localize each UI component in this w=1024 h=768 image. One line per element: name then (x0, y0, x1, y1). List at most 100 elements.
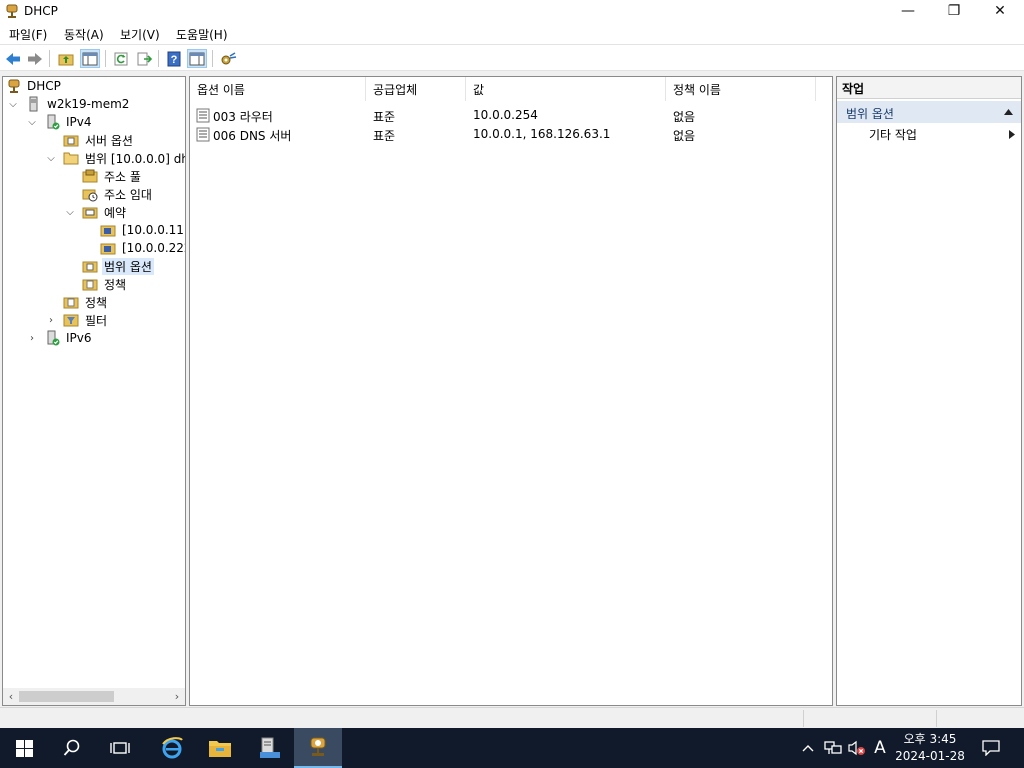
volume-muted-icon (848, 740, 865, 756)
actions-section-label: 범위 옵션 (846, 107, 894, 121)
file-explorer-icon (209, 741, 231, 757)
column-header-vendor[interactable]: 공급업체 (366, 77, 466, 101)
start-button[interactable] (0, 728, 48, 768)
tree-label: 주소 풀 (104, 169, 141, 184)
tree-item-policies[interactable]: 정책 (3, 293, 185, 311)
scroll-right-icon[interactable]: › (171, 690, 183, 703)
clock-time: 오후 3:45 (903, 732, 957, 746)
network-tray-button[interactable] (823, 738, 843, 758)
tree-label: IPv4 (66, 115, 92, 129)
tree-item-dhcp[interactable]: DHCP (3, 77, 185, 95)
tree-label: 범위 옵션 (102, 257, 154, 275)
tree-label: 예약 (104, 205, 127, 220)
search-button[interactable] (48, 728, 96, 768)
tree-item-scope-policies[interactable]: 정책 (3, 275, 185, 293)
tree-item-reservation[interactable]: [10.0.0.222] (3, 239, 185, 257)
table-row[interactable]: 003 라우터 표준 10.0.0.254 없음 (190, 106, 830, 125)
forward-button[interactable] (25, 49, 45, 68)
tree-item-address-pool[interactable]: 주소 풀 (3, 167, 185, 185)
tree-item-reservation[interactable]: [10.0.0.111] (3, 221, 185, 239)
column-header-value[interactable]: 값 (466, 77, 666, 101)
status-bar (0, 707, 1024, 728)
menu-view[interactable]: 보기(V) (120, 26, 160, 43)
server-manager-icon (260, 737, 280, 758)
more-actions-label: 기타 작업 (869, 128, 917, 142)
clock-date: 2024-01-28 (895, 749, 965, 763)
menu-file[interactable]: 파일(F) (9, 26, 47, 43)
maximize-button[interactable]: ❐ (931, 0, 977, 22)
show-hidden-icons-button[interactable] (800, 738, 816, 758)
tree-item-ipv4[interactable]: ⌵ IPv4 (3, 113, 185, 131)
scroll-left-icon[interactable]: ‹ (5, 690, 17, 703)
chevron-up-icon (802, 745, 814, 752)
refresh-button[interactable] (111, 49, 131, 68)
tree-label: w2k19-mem2 (47, 97, 130, 111)
tree-item-server[interactable]: ⌵ w2k19-mem2 (3, 95, 185, 113)
chevron-right-icon[interactable]: › (26, 332, 38, 344)
clock[interactable]: 오후 3:45 2024-01-28 (890, 731, 970, 765)
options-folder-icon (82, 261, 98, 273)
collapse-up-icon[interactable] (1004, 109, 1013, 115)
toolbar-separator (105, 50, 106, 67)
configure-button[interactable] (218, 49, 238, 68)
chevron-right-icon[interactable]: › (45, 314, 57, 326)
notifications-button[interactable] (968, 728, 1014, 768)
chevron-down-icon[interactable]: ⌵ (26, 116, 38, 128)
tree-item-scope[interactable]: ⌵ 범위 [10.0.0.0] dhc (3, 149, 185, 167)
back-button[interactable] (3, 49, 23, 68)
server-manager-button[interactable] (245, 728, 293, 768)
task-view-button[interactable] (96, 728, 144, 768)
chevron-down-icon[interactable]: ⌵ (64, 206, 76, 218)
file-explorer-button[interactable] (196, 728, 244, 768)
help-book-icon: ? (167, 51, 181, 66)
chevron-down-icon[interactable]: ⌵ (45, 152, 57, 164)
internet-explorer-button[interactable] (148, 728, 196, 768)
minimize-button[interactable]: — (885, 0, 931, 22)
value-cell: 10.0.0.1, 168.126.63.1 (473, 127, 611, 141)
table-row[interactable]: 006 DNS 서버 표준 10.0.0.1, 168.126.63.1 없음 (190, 125, 830, 144)
notification-icon (982, 740, 1000, 756)
address-pool-icon (82, 169, 98, 183)
volume-tray-button[interactable] (847, 738, 867, 758)
value-cell: 10.0.0.254 (473, 108, 538, 122)
column-header-policy-name[interactable]: 정책 이름 (666, 77, 816, 101)
export-list-button[interactable] (134, 49, 154, 68)
tree-item-filters[interactable]: › 필터 (3, 311, 185, 329)
forward-arrow-icon (28, 52, 42, 65)
chevron-down-icon[interactable]: ⌵ (7, 98, 19, 110)
tree-label: 범위 [10.0.0.0] dhc (85, 151, 186, 166)
status-divider (936, 710, 937, 727)
menu-help[interactable]: 도움말(H) (176, 26, 228, 43)
back-arrow-icon (6, 52, 20, 65)
column-header-option-name[interactable]: 옵션 이름 (190, 77, 366, 101)
gear-network-icon (221, 51, 237, 64)
horizontal-scrollbar[interactable]: ‹ › (3, 688, 185, 705)
tree-label: [10.0.0.222] (122, 241, 185, 255)
dhcp-trophy-icon (8, 79, 20, 93)
show-hide-action-pane-button[interactable] (187, 49, 207, 68)
up-level-button[interactable] (56, 49, 76, 68)
submenu-arrow-icon[interactable] (1009, 130, 1015, 139)
dhcp-taskbar-button[interactable] (294, 728, 342, 768)
tree-item-server-options[interactable]: 서버 옵션 (3, 131, 185, 149)
tree-item-ipv6[interactable]: › IPv6 (3, 329, 185, 347)
option-name-cell: 006 DNS 서버 (213, 129, 292, 143)
input-indicator[interactable]: A (871, 738, 889, 758)
ipv6-server-icon (47, 330, 60, 346)
more-actions-item[interactable]: 기타 작업 (869, 126, 917, 143)
tree-item-scope-options[interactable]: 범위 옵션 (3, 257, 185, 275)
menu-action[interactable]: 동작(A) (64, 26, 104, 43)
scrollbar-thumb[interactable] (19, 691, 114, 702)
close-button[interactable]: ✕ (977, 0, 1023, 22)
show-hide-console-tree-button[interactable] (80, 49, 100, 68)
help-button[interactable]: ? (164, 49, 184, 68)
option-list-icon (196, 108, 210, 123)
tree-item-address-leases[interactable]: 주소 임대 (3, 185, 185, 203)
tree-item-reservations[interactable]: ⌵ 예약 (3, 203, 185, 221)
reservations-icon (82, 207, 98, 219)
console-tree: DHCP ⌵ w2k19-mem2 ⌵ IPv4 서버 옵션 ⌵ 범위 [10.… (2, 76, 186, 706)
actions-section-scope-options[interactable]: 범위 옵션 (837, 101, 1021, 123)
vendor-cell: 표준 (373, 129, 396, 143)
window-title: DHCP (24, 4, 58, 18)
tree-label: 정책 (104, 277, 127, 292)
